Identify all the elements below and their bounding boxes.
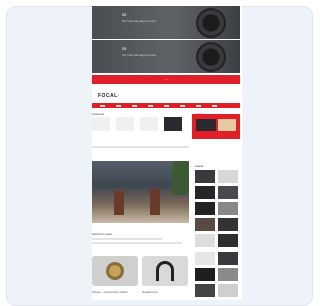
sidebar-thumb[interactable] [218,268,238,281]
nav-item[interactable] [132,104,137,107]
logo-accent: · [117,93,120,99]
sidebar-thumb[interactable] [195,186,215,199]
nav-item[interactable] [148,104,153,107]
sidebar-thumb[interactable] [195,218,215,231]
promo-image [218,119,236,131]
banner-title: S8 [122,13,127,17]
speaker-image [196,8,226,38]
headphones-image [156,261,174,281]
banner-text: SC Thermal edge & more [122,19,156,23]
promo-image [196,119,216,131]
sidebar-thumb[interactable] [218,234,238,247]
site-logo[interactable]: FOCAL· [98,93,120,99]
nav-item[interactable] [180,104,185,107]
sidebar-title: Latest [195,164,204,168]
hero-caption[interactable]: Sound in wood [92,232,112,236]
plant-decor [172,161,189,195]
sidebar-thumb[interactable] [195,234,215,247]
banner-text: SC Thermal edge & more [122,53,156,57]
nav-item[interactable] [164,104,169,107]
sidebar-thumb[interactable] [218,186,238,199]
tweeter-image [106,262,124,280]
product-tile[interactable] [164,117,182,131]
top-banner-2[interactable]: S8 SC Thermal edge & more [92,40,240,73]
product-tile[interactable] [92,117,110,131]
nav-item[interactable] [196,104,201,107]
main-nav [92,103,240,108]
nav-item[interactable] [212,104,217,107]
logo-text: FOCAL [98,93,118,99]
sidebar-thumb[interactable] [195,268,215,281]
top-banner-1[interactable]: S8 SC Thermal edge & more [92,6,240,39]
text-line [92,238,162,240]
sidebar-thumb[interactable] [195,252,215,265]
product-tile[interactable] [116,117,134,131]
product-caption[interactable]: Utopia — anniversary edition [92,290,128,294]
promo-bar[interactable]: — [92,75,240,84]
speaker-left [114,191,124,215]
section-title-left: Featured [92,112,105,116]
product-card-headphones[interactable] [142,256,188,286]
text-line [92,242,182,244]
nav-item[interactable] [100,104,105,107]
banner-title: S8 [122,47,127,51]
hero-image[interactable] [92,161,189,223]
sidebar-thumb[interactable] [195,170,215,183]
promo-text: — [164,77,168,81]
sidebar-thumb[interactable] [218,284,238,297]
sidebar-thumb[interactable] [218,202,238,215]
speaker-image [196,42,226,72]
product-caption[interactable]: Headphones [142,290,158,294]
sidebar-thumb[interactable] [218,170,238,183]
divider [92,146,189,148]
sidebar-thumb[interactable] [218,252,238,265]
nav-item[interactable] [116,104,121,107]
sidebar-thumb[interactable] [195,202,215,215]
product-card-tweeter[interactable] [92,256,138,286]
product-tile[interactable] [140,117,158,131]
speaker-right [150,189,160,215]
sidebar-thumb[interactable] [218,218,238,231]
webpage-thumbnail[interactable]: S8 SC Thermal edge & more S8 SC Thermal … [92,6,242,300]
sidebar-thumb[interactable] [195,284,215,297]
